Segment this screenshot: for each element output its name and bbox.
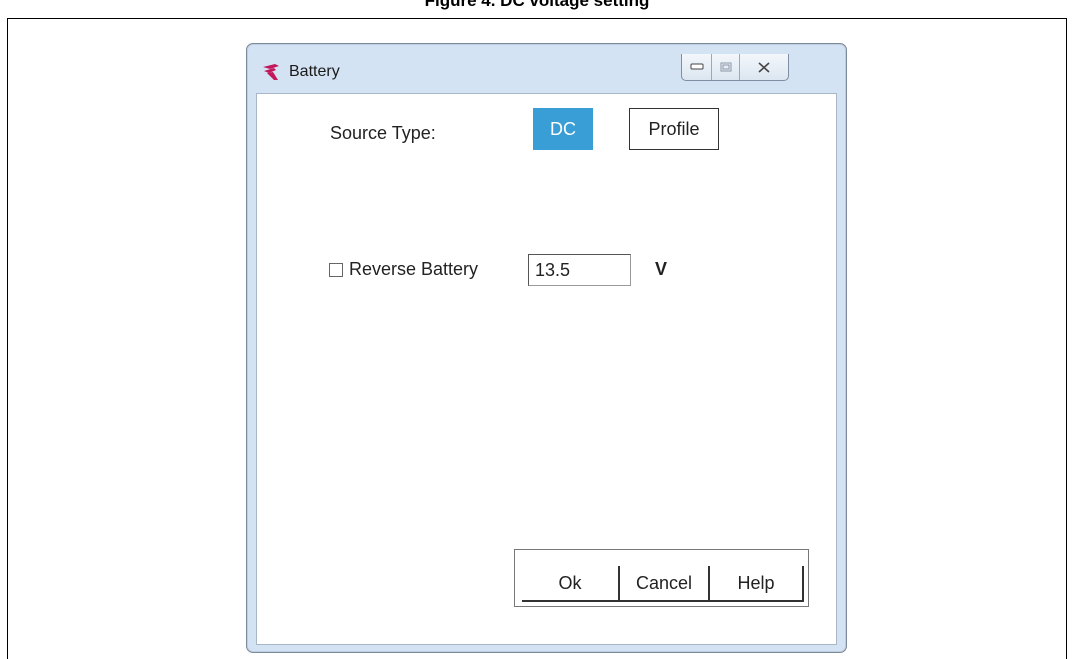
help-button[interactable]: Help (710, 566, 804, 602)
profile-source-button[interactable]: Profile (629, 108, 719, 150)
dc-source-button[interactable]: DC (533, 108, 593, 150)
source-type-label: Source Type: (330, 123, 436, 143)
window-controls (681, 54, 789, 81)
cancel-button[interactable]: Cancel (620, 566, 710, 602)
app-logo-icon (261, 62, 281, 82)
ok-button[interactable]: Ok (522, 566, 620, 602)
title-bar[interactable]: Battery (247, 44, 846, 94)
reverse-battery-label[interactable]: Reverse Battery (349, 259, 478, 280)
minimize-icon[interactable] (682, 54, 713, 80)
voltage-input[interactable] (528, 254, 631, 286)
window-title: Battery (289, 63, 340, 80)
close-icon[interactable] (740, 54, 788, 80)
maximize-icon[interactable] (712, 54, 740, 80)
voltage-unit-label: V (655, 259, 668, 279)
reverse-battery-checkbox[interactable] (329, 263, 343, 277)
figure-caption: Figure 4. DC voltage setting (424, 0, 650, 10)
